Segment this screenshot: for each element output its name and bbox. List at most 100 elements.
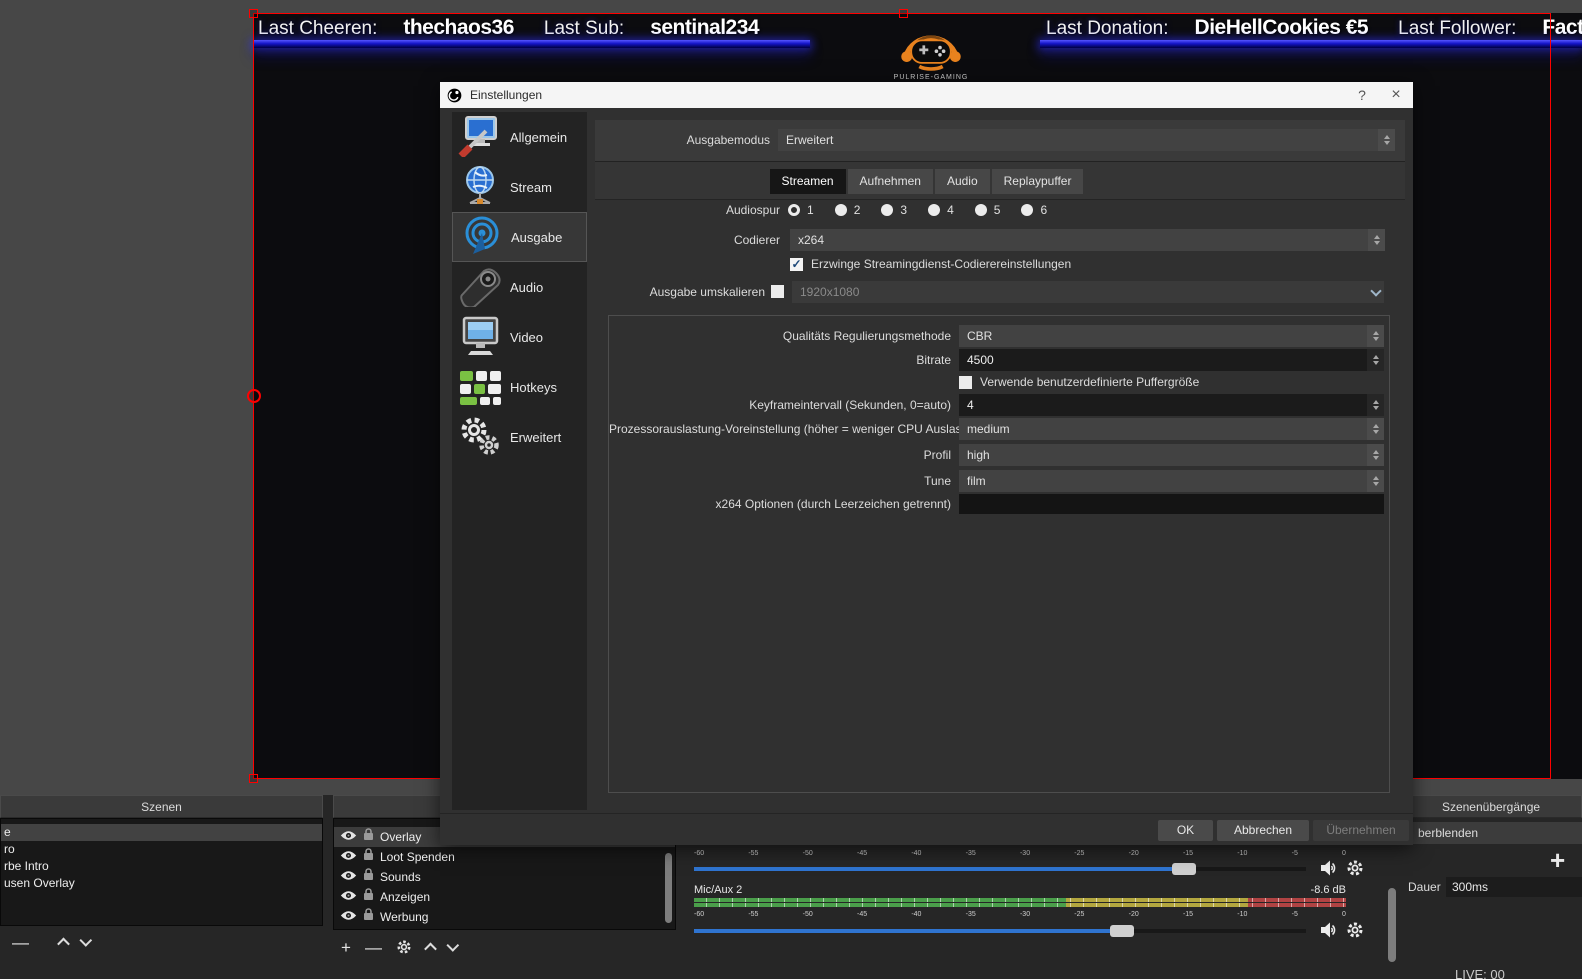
meter-segment (694, 903, 1066, 907)
audio-track-radio-1[interactable]: 1 (788, 203, 814, 217)
lock-icon[interactable] (363, 847, 374, 867)
sidebar-item-audio[interactable]: Audio (452, 262, 587, 312)
dialog-close-button[interactable]: × (1379, 82, 1413, 108)
add-source-button[interactable]: + (341, 939, 351, 956)
apply-button[interactable]: Übernehmen (1313, 820, 1409, 841)
move-source-up-button[interactable] (424, 942, 437, 955)
visibility-eye-icon[interactable] (340, 827, 357, 847)
move-source-down-button[interactable] (446, 939, 459, 952)
spinner-arrows-icon[interactable] (1368, 229, 1385, 251)
tune-select[interactable]: film (959, 470, 1384, 492)
radio-label: 6 (1040, 203, 1047, 217)
spinner-arrows-icon[interactable] (1367, 444, 1384, 466)
transition-duration-input[interactable]: 300ms (1446, 877, 1582, 897)
source-properties-gear-icon[interactable] (396, 939, 412, 955)
footer-divider (440, 813, 1413, 814)
tab-streamen[interactable]: Streamen (770, 169, 846, 194)
move-scene-up-button[interactable] (57, 937, 70, 950)
lock-icon[interactable] (363, 887, 374, 907)
source-row[interactable]: Werbung (334, 907, 675, 927)
x264-options-input[interactable] (959, 494, 1384, 514)
encoder-select[interactable]: x264 (790, 229, 1385, 251)
sidebar-item-erweitert[interactable]: Erweitert (452, 412, 587, 462)
source-row[interactable]: Sounds (334, 867, 675, 887)
spinner-arrows-icon[interactable] (1367, 349, 1384, 371)
transitions-panel-title[interactable]: Szenenübergänge (1400, 795, 1582, 818)
mute-speaker-icon-channel1[interactable] (1320, 859, 1338, 877)
keyframe-interval-spinbox[interactable]: 4 (959, 394, 1384, 416)
visibility-eye-icon[interactable] (340, 887, 357, 907)
custom-buffer-label: Verwende benutzerdefinierte Puffergröße (980, 375, 1199, 390)
source-name: Loot Spenden (380, 847, 455, 867)
visibility-eye-icon[interactable] (340, 847, 357, 867)
sidebar-item-label: Erweitert (510, 430, 561, 445)
source-row[interactable]: Loot Spenden (334, 847, 675, 867)
scene-row[interactable]: usen Overlay (1, 875, 322, 892)
ok-button[interactable]: OK (1158, 820, 1213, 841)
mixer-scrollbar[interactable] (1388, 888, 1396, 962)
rescale-output-checkbox[interactable] (771, 285, 784, 298)
tab-replaypuffer[interactable]: Replaypuffer (992, 169, 1084, 194)
scene-row[interactable]: ro (1, 841, 322, 858)
sidebar-item-video[interactable]: Video (452, 312, 587, 362)
mute-speaker-icon-channel2[interactable] (1320, 921, 1338, 939)
dialog-help-button[interactable]: ? (1345, 82, 1379, 108)
cancel-button[interactable]: Abbrechen (1217, 820, 1309, 841)
lock-icon[interactable] (363, 867, 374, 887)
dialog-titlebar[interactable]: Einstellungen ? × (440, 82, 1413, 108)
radio-dot (835, 204, 847, 216)
add-transition-button[interactable]: + (1550, 845, 1565, 876)
volume-slider-channel2[interactable] (694, 925, 1306, 937)
sidebar-item-allgemein[interactable]: Allgemein (452, 112, 587, 162)
lock-icon[interactable] (363, 827, 374, 847)
sidebar-item-ausgabe[interactable]: Ausgabe (452, 212, 587, 262)
cpu-preset-select[interactable]: medium (959, 418, 1384, 440)
scale-tick-label: -15 (1183, 850, 1193, 861)
audio-track-radio-3[interactable]: 3 (881, 203, 907, 217)
spinner-arrows-icon[interactable] (1367, 418, 1384, 440)
remove-source-button[interactable]: — (365, 939, 382, 956)
volume-slider-channel1[interactable] (694, 863, 1306, 875)
overlay-stat-label: Last Follower: (1398, 18, 1516, 40)
audio-track-radio-4[interactable]: 4 (928, 203, 954, 217)
visibility-eye-icon[interactable] (340, 867, 357, 887)
profile-select[interactable]: high (959, 444, 1384, 466)
rescale-resolution-select[interactable]: 1920x1080 (792, 281, 1384, 303)
lock-icon[interactable] (363, 907, 374, 927)
channel-settings-gear-icon-channel2[interactable] (1346, 921, 1364, 939)
spinner-arrows-icon[interactable] (1367, 394, 1384, 416)
slider-handle[interactable] (1110, 925, 1134, 937)
spinner-arrows-icon[interactable] (1367, 325, 1384, 347)
rate-control-select[interactable]: CBR (959, 325, 1384, 347)
transition-select[interactable]: berblenden (1400, 822, 1582, 844)
visibility-eye-icon[interactable] (340, 907, 357, 927)
scale-tick-label: -25 (1074, 911, 1084, 922)
output-mode-select[interactable]: Erweitert (778, 129, 1395, 151)
overlay-stats-right: Last Donation:DieHellCookies €5 Last Foll… (1046, 16, 1582, 40)
spinner-arrows-icon[interactable] (1378, 129, 1395, 151)
audio-track-radio-2[interactable]: 2 (835, 203, 861, 217)
slider-handle[interactable] (1172, 863, 1196, 875)
enforce-encoder-checkbox[interactable]: ✓ (790, 258, 803, 271)
move-scene-down-button[interactable] (79, 934, 92, 947)
audio-track-radio-5[interactable]: 5 (975, 203, 1001, 217)
source-row[interactable]: Anzeigen (334, 887, 675, 907)
tab-audio[interactable]: Audio (935, 169, 990, 194)
scale-tick-label: -25 (1074, 850, 1084, 861)
audio-track-radio-6[interactable]: 6 (1021, 203, 1047, 217)
audio-track-radio-group: 1 2 3 4 5 6 (788, 203, 1047, 217)
scene-row[interactable]: rbe Intro (1, 858, 322, 875)
channel-settings-gear-icon-channel1[interactable] (1346, 859, 1364, 877)
spinner-arrows-icon[interactable] (1367, 470, 1384, 492)
sidebar-item-label: Audio (510, 280, 543, 295)
overlay-stat: Last Donation:DieHellCookies €5 (1046, 16, 1368, 40)
scenes-list[interactable]: erorbe Introusen Overlay (0, 818, 323, 926)
scenes-panel-title[interactable]: Szenen (0, 795, 323, 818)
remove-scene-button[interactable]: — (12, 934, 29, 951)
bitrate-spinbox[interactable]: 4500 (959, 349, 1384, 371)
custom-buffer-checkbox[interactable] (959, 376, 972, 389)
scene-row[interactable]: e (1, 824, 322, 841)
sidebar-item-hotkeys[interactable]: Hotkeys (452, 362, 587, 412)
tab-aufnehmen[interactable]: Aufnehmen (848, 169, 933, 194)
sources-scrollbar[interactable] (665, 853, 672, 923)
